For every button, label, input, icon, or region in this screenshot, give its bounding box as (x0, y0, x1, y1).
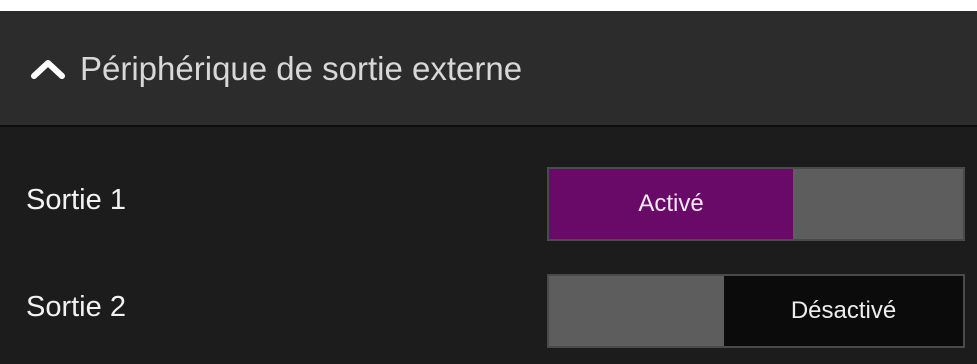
output-1-label: Sortie 1 (26, 184, 126, 216)
section-title: Périphérique de sortie externe (80, 50, 523, 87)
output-1-off-segment[interactable] (793, 169, 963, 239)
output-2-off-segment[interactable]: Désactivé (724, 276, 963, 346)
output-2-label: Sortie 2 (26, 291, 126, 323)
output-1-toggle[interactable]: Activé (547, 167, 965, 241)
section-header-toggle[interactable]: Périphérique de sortie externe (0, 11, 977, 127)
output-1-on-segment[interactable]: Activé (549, 169, 793, 239)
output-2-toggle[interactable]: Désactivé (547, 274, 965, 348)
external-output-panel: Périphérique de sortie externe Sortie 1 … (0, 11, 977, 364)
output-2-on-segment[interactable] (549, 276, 724, 346)
chevron-up-icon (31, 60, 65, 79)
